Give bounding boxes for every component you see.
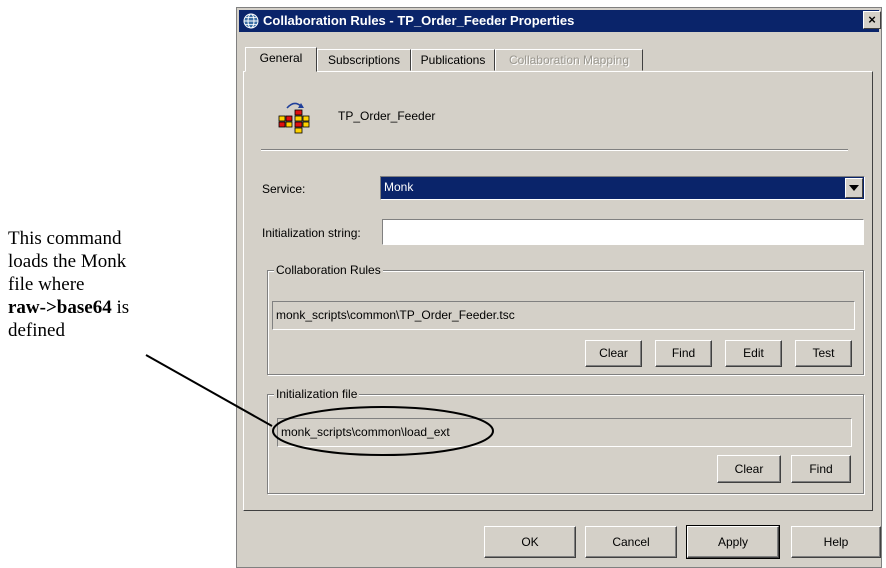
init-string-label: Initialization string: [262, 226, 361, 240]
initialization-file-path[interactable]: monk_scripts\common\load_ext [277, 418, 852, 447]
tab-subscriptions[interactable]: Subscriptions [317, 49, 411, 71]
annotation-text: This command loads the Monk file where r… [8, 227, 198, 342]
ok-button[interactable]: OK [484, 526, 576, 558]
collab-edit-button[interactable]: Edit [725, 340, 782, 367]
initialization-file-legend: Initialization file [274, 387, 360, 401]
help-button[interactable]: Help [791, 526, 881, 558]
window-title: Collaboration Rules - TP_Order_Feeder Pr… [263, 13, 575, 28]
annotation-bold-command: raw->base64 [8, 297, 112, 318]
tab-publications[interactable]: Publications [411, 49, 495, 71]
service-dropdown[interactable]: Monk [380, 176, 865, 200]
collab-test-button[interactable]: Test [795, 340, 852, 367]
annotation-line: file where [8, 274, 85, 295]
service-label: Service: [262, 182, 306, 196]
collaboration-name: TP_Order_Feeder [338, 109, 436, 123]
close-button[interactable]: × [863, 11, 881, 29]
collaboration-rules-legend: Collaboration Rules [274, 263, 383, 277]
tab-collaboration-mapping[interactable]: Collaboration Mapping [495, 49, 643, 71]
init-find-button[interactable]: Find [791, 455, 851, 483]
dropdown-button[interactable] [845, 178, 863, 198]
collab-clear-button[interactable]: Clear [585, 340, 642, 367]
collab-find-button[interactable]: Find [655, 340, 712, 367]
chevron-down-icon [849, 185, 859, 191]
annotation-line-rest: is [111, 297, 130, 318]
annotation-line: defined [8, 320, 65, 341]
collaboration-rule-icon [278, 102, 310, 134]
tab-general[interactable]: General [245, 47, 317, 72]
apply-button[interactable]: Apply [686, 525, 780, 559]
title-bar[interactable]: Collaboration Rules - TP_Order_Feeder Pr… [239, 10, 881, 32]
init-clear-button[interactable]: Clear [717, 455, 781, 483]
collaboration-rules-path[interactable]: monk_scripts\common\TP_Order_Feeder.tsc [272, 301, 855, 330]
separator [261, 149, 848, 151]
annotation-line: loads the Monk [8, 251, 127, 272]
init-string-input[interactable] [382, 219, 864, 245]
annotation-line: This command [8, 228, 122, 249]
properties-dialog: Collaboration Rules - TP_Order_Feeder Pr… [236, 7, 882, 568]
service-value: Monk [384, 180, 414, 194]
cancel-button[interactable]: Cancel [585, 526, 677, 558]
globe-icon [243, 13, 259, 29]
annotation-line: raw->base64 is [8, 296, 198, 319]
